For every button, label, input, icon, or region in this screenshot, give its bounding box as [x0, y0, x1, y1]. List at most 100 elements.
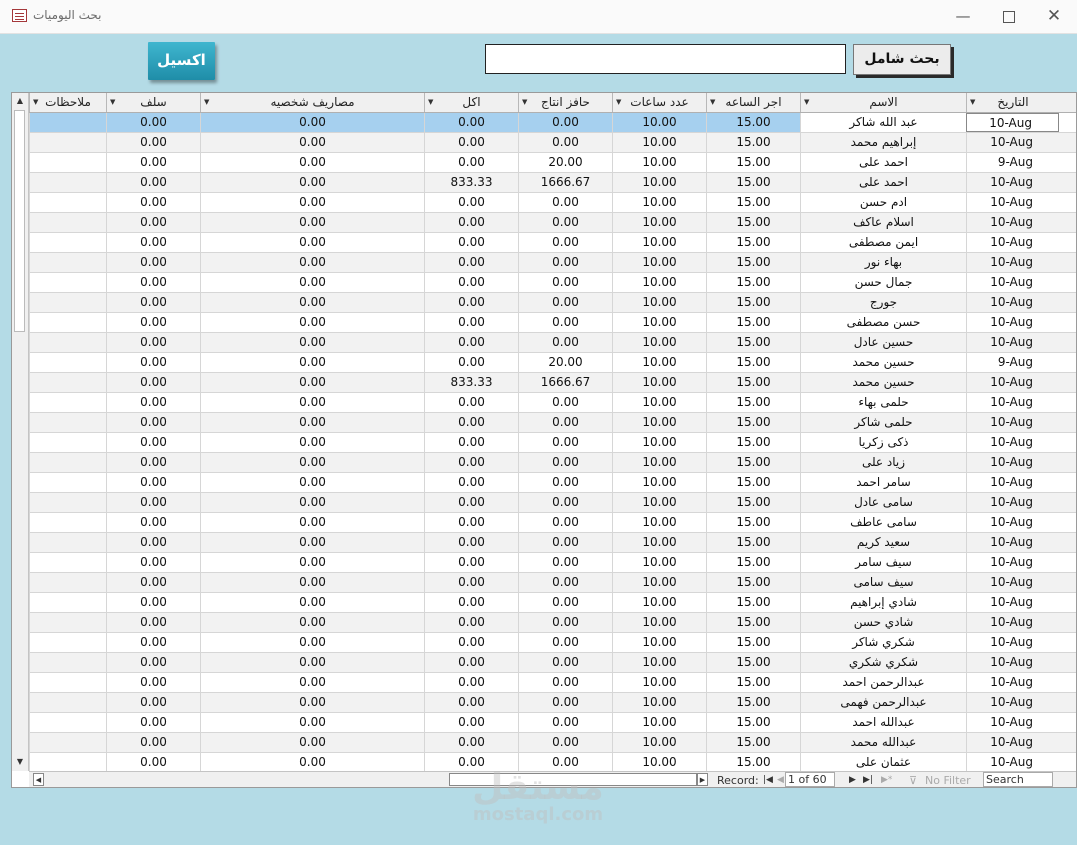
cell-notes[interactable] — [29, 753, 106, 772]
cell-hours[interactable]: 10.00 — [612, 313, 706, 332]
cell-name[interactable]: زياد على — [800, 453, 966, 472]
column-header-advances[interactable]: سلف ▼ — [106, 93, 200, 112]
cell-production-bonus[interactable]: 0.00 — [518, 453, 612, 472]
cell-name[interactable]: شكري شكري — [800, 653, 966, 672]
cell-personal-expenses[interactable]: 0.00 — [200, 713, 424, 732]
close-button[interactable]: ✕ — [1031, 0, 1077, 33]
cell-advances[interactable]: 0.00 — [106, 733, 200, 752]
column-dropdown-icon[interactable]: ▼ — [33, 93, 38, 112]
cell-hourly-rate[interactable]: 15.00 — [706, 353, 800, 372]
cell-hours[interactable]: 10.00 — [612, 493, 706, 512]
cell-hours[interactable]: 10.00 — [612, 173, 706, 192]
column-dropdown-icon[interactable]: ▼ — [804, 93, 809, 112]
cell-notes[interactable] — [29, 353, 106, 372]
cell-advances[interactable]: 0.00 — [106, 293, 200, 312]
cell-notes[interactable] — [29, 133, 106, 152]
cell-hourly-rate[interactable]: 15.00 — [706, 573, 800, 592]
cell-production-bonus[interactable]: 0.00 — [518, 533, 612, 552]
cell-food[interactable]: 0.00 — [424, 433, 518, 452]
cell-hourly-rate[interactable]: 15.00 — [706, 493, 800, 512]
table-row[interactable]: 10-Aug حلمى بهاء 15.00 10.00 0.00 0.00 0.00 0.0… — [29, 393, 1076, 413]
cell-production-bonus[interactable]: 0.00 — [518, 413, 612, 432]
table-row[interactable]: 10-Aug بهاء نور 15.00 10.00 0.00 0.00 0.00 0.00 — [29, 253, 1076, 273]
cell-name[interactable]: سامى عاطف — [800, 513, 966, 532]
cell-date[interactable]: 10-Aug — [966, 193, 1059, 212]
column-header-food[interactable]: اكل ▼ — [424, 93, 518, 112]
cell-advances[interactable]: 0.00 — [106, 313, 200, 332]
cell-production-bonus[interactable]: 1666.67 — [518, 173, 612, 192]
cell-hours[interactable]: 10.00 — [612, 753, 706, 772]
cell-personal-expenses[interactable]: 0.00 — [200, 193, 424, 212]
no-filter-indicator[interactable]: No Filter — [925, 773, 971, 787]
table-row[interactable]: 10-Aug عبدالرحمن احمد 15.00 10.00 0.00 0.00 0.… — [29, 673, 1076, 693]
cell-date[interactable]: 10-Aug — [966, 333, 1059, 352]
cell-date[interactable]: 10-Aug — [966, 413, 1059, 432]
cell-personal-expenses[interactable]: 0.00 — [200, 453, 424, 472]
column-dropdown-icon[interactable]: ▼ — [710, 93, 715, 112]
scroll-right-icon[interactable]: ▶ — [697, 773, 708, 786]
cell-name[interactable]: سامى عادل — [800, 493, 966, 512]
cell-name[interactable]: احمد على — [800, 153, 966, 172]
cell-hourly-rate[interactable]: 15.00 — [706, 253, 800, 272]
cell-production-bonus[interactable]: 0.00 — [518, 613, 612, 632]
first-record-icon[interactable]: |◀ — [763, 773, 773, 787]
cell-date[interactable]: 10-Aug — [966, 293, 1059, 312]
cell-date[interactable]: 10-Aug — [966, 273, 1059, 292]
cell-hours[interactable]: 10.00 — [612, 213, 706, 232]
cell-hourly-rate[interactable]: 15.00 — [706, 393, 800, 412]
grid-search-field[interactable]: Search — [983, 772, 1053, 787]
cell-food[interactable]: 0.00 — [424, 273, 518, 292]
cell-hourly-rate[interactable]: 15.00 — [706, 553, 800, 572]
cell-advances[interactable]: 0.00 — [106, 753, 200, 772]
cell-notes[interactable] — [29, 173, 106, 192]
cell-name[interactable]: حلمى بهاء — [800, 393, 966, 412]
cell-hours[interactable]: 10.00 — [612, 413, 706, 432]
cell-hourly-rate[interactable]: 15.00 — [706, 293, 800, 312]
cell-advances[interactable]: 0.00 — [106, 593, 200, 612]
table-row[interactable]: 10-Aug زياد على 15.00 10.00 0.00 0.00 0.00 0.00 — [29, 453, 1076, 473]
cell-notes[interactable] — [29, 433, 106, 452]
cell-name[interactable]: عثمان على — [800, 753, 966, 772]
cell-advances[interactable]: 0.00 — [106, 653, 200, 672]
table-row[interactable]: 10-Aug شكري شكري 15.00 10.00 0.00 0.00 0.00 0.0… — [29, 653, 1076, 673]
cell-advances[interactable]: 0.00 — [106, 473, 200, 492]
cell-advances[interactable]: 0.00 — [106, 533, 200, 552]
column-header-notes[interactable]: ملاحظات ▼ — [29, 93, 106, 112]
cell-advances[interactable]: 0.00 — [106, 413, 200, 432]
cell-advances[interactable]: 0.00 — [106, 613, 200, 632]
cell-date[interactable]: 10-Aug — [966, 613, 1059, 632]
cell-hourly-rate[interactable]: 15.00 — [706, 153, 800, 172]
search-input[interactable] — [485, 44, 846, 74]
cell-production-bonus[interactable]: 0.00 — [518, 133, 612, 152]
table-row[interactable]: 10-Aug ذكى زكريا 15.00 10.00 0.00 0.00 0.00 0.0… — [29, 433, 1076, 453]
cell-hours[interactable]: 10.00 — [612, 673, 706, 692]
cell-food[interactable]: 0.00 — [424, 313, 518, 332]
cell-personal-expenses[interactable]: 0.00 — [200, 353, 424, 372]
cell-advances[interactable]: 0.00 — [106, 393, 200, 412]
cell-name[interactable]: سامر احمد — [800, 473, 966, 492]
previous-record-icon[interactable]: ◀ — [777, 773, 784, 787]
table-row[interactable]: 10-Aug سامر احمد 15.00 10.00 0.00 0.00 0.00 0.0… — [29, 473, 1076, 493]
cell-production-bonus[interactable]: 0.00 — [518, 113, 612, 132]
cell-advances[interactable]: 0.00 — [106, 453, 200, 472]
cell-personal-expenses[interactable]: 0.00 — [200, 613, 424, 632]
cell-personal-expenses[interactable]: 0.00 — [200, 333, 424, 352]
cell-date[interactable]: 10-Aug — [966, 213, 1059, 232]
cell-food[interactable]: 0.00 — [424, 713, 518, 732]
cell-production-bonus[interactable]: 0.00 — [518, 573, 612, 592]
cell-name[interactable]: حسين محمد — [800, 353, 966, 372]
cell-personal-expenses[interactable]: 0.00 — [200, 433, 424, 452]
cell-advances[interactable]: 0.00 — [106, 553, 200, 572]
cell-notes[interactable] — [29, 413, 106, 432]
cell-hourly-rate[interactable]: 15.00 — [706, 173, 800, 192]
cell-production-bonus[interactable]: 0.00 — [518, 233, 612, 252]
cell-hourly-rate[interactable]: 15.00 — [706, 273, 800, 292]
cell-name[interactable]: عبدالرحمن فهمى — [800, 693, 966, 712]
cell-name[interactable]: شادي إبراهيم — [800, 593, 966, 612]
table-row[interactable]: 10-Aug سعيد كريم 15.00 10.00 0.00 0.00 0.00 0.0… — [29, 533, 1076, 553]
cell-notes[interactable] — [29, 373, 106, 392]
cell-hours[interactable]: 10.00 — [612, 693, 706, 712]
cell-notes[interactable] — [29, 213, 106, 232]
cell-hours[interactable]: 10.00 — [612, 613, 706, 632]
cell-name[interactable]: عبدالرحمن احمد — [800, 673, 966, 692]
